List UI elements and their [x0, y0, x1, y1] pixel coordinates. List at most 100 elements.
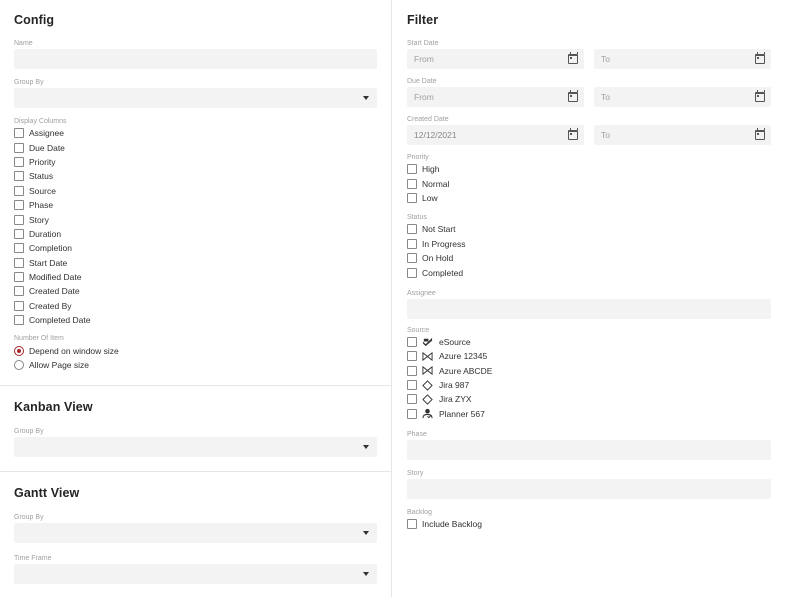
checkbox[interactable]	[407, 192, 417, 203]
phase-input[interactable]	[407, 440, 771, 461]
checkbox[interactable]	[14, 243, 24, 254]
kanban-group-by-label: Group By	[14, 428, 44, 435]
checkbox[interactable]	[407, 394, 417, 405]
display-column-completion[interactable]: Completion	[14, 241, 377, 255]
checkbox[interactable]	[14, 142, 24, 153]
display-column-assignee[interactable]: Assignee	[14, 126, 377, 140]
radio-selected[interactable]	[14, 345, 24, 356]
radio-depend-on-window-size[interactable]: Depend on window size	[14, 343, 377, 357]
source-jira-987[interactable]: Jira 987	[407, 378, 771, 392]
created-date-from-input[interactable]: 12/12/2021	[407, 125, 584, 145]
calendar-icon[interactable]	[568, 52, 578, 64]
checkbox[interactable]	[14, 156, 24, 167]
name-input[interactable]	[14, 49, 377, 69]
include-backlog[interactable]: Include Backlog	[407, 517, 771, 531]
checkbox[interactable]	[14, 272, 24, 283]
checkbox[interactable]	[14, 128, 24, 139]
esource-icon	[422, 336, 433, 347]
source-list: eSource Azure 12345 Azure ABCDE Jira 987	[407, 335, 771, 421]
due-date-to-input[interactable]: To	[594, 87, 771, 107]
checkbox[interactable]	[407, 351, 417, 362]
status-not-start[interactable]: Not Start	[407, 222, 771, 236]
status-on-hold[interactable]: On Hold	[407, 251, 771, 265]
source-azure-12345[interactable]: Azure 12345	[407, 349, 771, 363]
display-column-story[interactable]: Story	[14, 212, 377, 226]
source-planner-567[interactable]: Planner 567	[407, 407, 771, 421]
azure-devops-icon	[422, 351, 433, 362]
checkbox[interactable]	[407, 224, 417, 235]
settings-panel: Config Name Group By Display Columns Ass…	[0, 0, 392, 597]
filter-panel: Filter Start Date From To Due Date From …	[393, 0, 785, 597]
source-azure-abcde[interactable]: Azure ABCDE	[407, 364, 771, 378]
display-column-created-by[interactable]: Created By	[14, 299, 377, 313]
source-esource[interactable]: eSource	[407, 335, 771, 349]
group-by-dropdown[interactable]	[14, 88, 377, 108]
checkbox[interactable]	[407, 164, 417, 175]
priority-normal[interactable]: Normal	[407, 176, 771, 190]
radio-allow-page-size[interactable]: Allow Page size	[14, 358, 377, 372]
checkbox[interactable]	[407, 178, 417, 189]
status-label: Status	[407, 214, 427, 222]
checkbox[interactable]	[407, 408, 417, 419]
created-date-to-input[interactable]: To	[594, 125, 771, 145]
phase-label: Phase	[407, 431, 427, 439]
caret-down-icon	[363, 531, 369, 535]
calendar-icon[interactable]	[755, 128, 765, 140]
config-title: Config	[14, 13, 55, 27]
caret-down-icon	[363, 445, 369, 449]
checkbox[interactable]	[14, 286, 24, 297]
assignee-input[interactable]	[407, 298, 771, 319]
due-date-from-input[interactable]: From	[407, 87, 584, 107]
checkbox[interactable]	[407, 519, 417, 530]
checkbox[interactable]	[407, 365, 417, 376]
priority-low[interactable]: Low	[407, 191, 771, 205]
radio-unselected[interactable]	[14, 360, 24, 371]
start-date-to-input[interactable]: To	[594, 49, 771, 69]
planner-icon	[422, 408, 433, 419]
display-columns-list: Assignee Due Date Priority Status Source…	[14, 126, 377, 327]
checkbox[interactable]	[407, 380, 417, 391]
status-in-progress[interactable]: In Progress	[407, 237, 771, 251]
number-of-item-label: Number Of Item	[14, 335, 64, 343]
display-column-status[interactable]: Status	[14, 169, 377, 183]
time-frame-dropdown[interactable]	[14, 564, 377, 584]
checkbox[interactable]	[14, 300, 24, 311]
caret-down-icon	[363, 572, 369, 576]
calendar-icon[interactable]	[755, 90, 765, 102]
checkbox[interactable]	[14, 171, 24, 182]
status-completed[interactable]: Completed	[407, 265, 771, 279]
time-frame-label: Time Frame	[14, 555, 52, 562]
checkbox[interactable]	[407, 253, 417, 264]
checkbox[interactable]	[407, 267, 417, 278]
display-column-completed-date[interactable]: Completed Date	[14, 313, 377, 327]
display-column-duration[interactable]: Duration	[14, 227, 377, 241]
checkbox[interactable]	[14, 185, 24, 196]
checkbox[interactable]	[14, 200, 24, 211]
kanban-group-by-dropdown[interactable]	[14, 437, 377, 457]
display-column-created-date[interactable]: Created Date	[14, 284, 377, 298]
display-column-start-date[interactable]: Start Date	[14, 256, 377, 270]
display-column-modified-date[interactable]: Modified Date	[14, 270, 377, 284]
display-column-due-date[interactable]: Due Date	[14, 140, 377, 154]
gantt-group-by-dropdown[interactable]	[14, 523, 377, 543]
priority-high[interactable]: High	[407, 162, 771, 176]
checkbox[interactable]	[14, 214, 24, 225]
checkbox[interactable]	[14, 315, 24, 326]
calendar-icon[interactable]	[568, 128, 578, 140]
checkbox[interactable]	[407, 238, 417, 249]
display-columns-label: Display Columns	[14, 118, 67, 125]
display-column-phase[interactable]: Phase	[14, 198, 377, 212]
calendar-icon[interactable]	[755, 52, 765, 64]
checkbox[interactable]	[407, 336, 417, 347]
source-jira-zyx[interactable]: Jira ZYX	[407, 392, 771, 406]
calendar-icon[interactable]	[568, 90, 578, 102]
backlog-label: Backlog	[407, 509, 432, 517]
azure-devops-icon	[422, 365, 433, 376]
checkbox[interactable]	[14, 257, 24, 268]
start-date-from-input[interactable]: From	[407, 49, 584, 69]
checkbox[interactable]	[14, 228, 24, 239]
display-column-source[interactable]: Source	[14, 184, 377, 198]
display-column-priority[interactable]: Priority	[14, 155, 377, 169]
story-input[interactable]	[407, 479, 771, 500]
gantt-view-title: Gantt View	[14, 486, 80, 500]
